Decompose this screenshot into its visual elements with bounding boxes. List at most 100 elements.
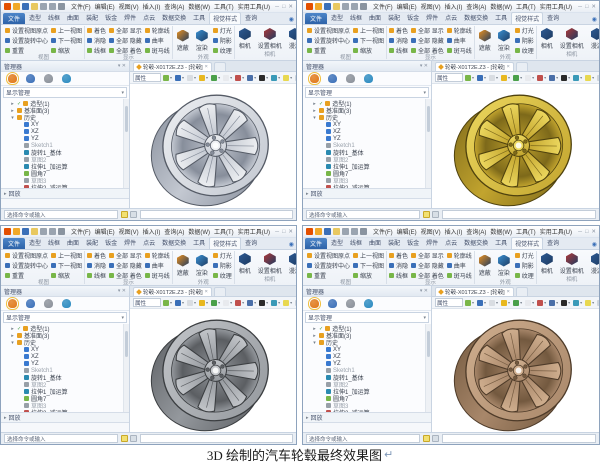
ribbon-button-漫游[interactable]: 漫游 — [589, 253, 599, 275]
redo-icon[interactable] — [49, 228, 56, 235]
ribbon-item-曲率[interactable]: 曲率 — [145, 261, 170, 270]
tab-close-icon[interactable]: × — [507, 289, 510, 295]
tree-item[interactable]: XZ — [3, 353, 123, 360]
ribbon-item-消隐[interactable]: 消隐 — [389, 36, 408, 45]
view-orient-icon[interactable] — [175, 300, 181, 306]
ribbon-item-设置视图原点[interactable]: 设置视图原点 — [5, 26, 48, 35]
wireframe-icon[interactable] — [187, 300, 193, 306]
ribbon-item-重置[interactable]: 重置 — [307, 271, 350, 280]
tree-item[interactable]: 拉伸2_减运算 — [305, 184, 425, 188]
ribbon-item-重置[interactable]: 重置 — [5, 271, 48, 280]
ribbon-tab-工具[interactable]: 工具 — [190, 237, 208, 249]
ribbon-tab-点云[interactable]: 点云 — [140, 12, 158, 24]
ribbon-tab-线框[interactable]: 线框 — [45, 12, 63, 24]
menu-item-4[interactable]: 查询(A) — [466, 2, 486, 11]
maximize-button[interactable]: □ — [282, 229, 285, 235]
app-logo-icon[interactable] — [306, 3, 313, 10]
menu-item-6[interactable]: 工具(T) — [516, 227, 536, 236]
maximize-button[interactable]: □ — [585, 229, 588, 235]
background-icon[interactable] — [513, 75, 519, 81]
ribbon-tab-钣金[interactable]: 钣金 — [404, 237, 422, 249]
menu-item-3[interactable]: 插入(I) — [445, 227, 463, 236]
undo-icon[interactable] — [342, 228, 349, 235]
ribbon-tab-曲面[interactable]: 曲面 — [366, 237, 384, 249]
ribbon-tab-钣金[interactable]: 钣金 — [102, 12, 120, 24]
ribbon-item-上一视图[interactable]: 上一视图 — [353, 26, 384, 35]
ribbon-item-下一视图[interactable]: 下一视图 — [353, 261, 384, 270]
monitor-icon[interactable] — [561, 300, 567, 306]
scrollbar-thumb[interactable] — [125, 331, 128, 357]
app-logo-icon[interactable] — [4, 3, 11, 10]
tree-item[interactable]: ▸✓造型(1) — [3, 100, 123, 107]
document-tab[interactable]: 轮毂-X01T2E.Z3 - [轮毂] × — [435, 62, 514, 71]
ribbon-tab-视觉样式[interactable]: 视觉样式 — [511, 237, 543, 249]
panel-header-buttons[interactable]: ▾ ✕ — [118, 63, 126, 69]
menu-item-2[interactable]: 视图(V) — [421, 227, 441, 236]
tree-item[interactable]: ▸✓造型(1) — [3, 325, 123, 332]
assembly-manager-icon[interactable] — [26, 74, 35, 83]
ribbon-button-相机[interactable]: 相机 — [237, 253, 253, 275]
print-icon[interactable] — [360, 228, 367, 235]
menu-item-6[interactable]: 工具(T) — [214, 2, 234, 11]
ribbon-tab-工具[interactable]: 工具 — [492, 12, 510, 24]
ribbon-button-相机[interactable]: 相机 — [539, 28, 555, 50]
ribbon-button-渲染[interactable]: 渲染 — [496, 255, 512, 277]
ribbon-item-曲率[interactable]: 曲率 — [145, 36, 170, 45]
tree-item[interactable]: XY — [305, 346, 425, 353]
tree-item[interactable]: 旋转1_基体 — [305, 149, 425, 156]
ribbon-tab-查询[interactable]: 查询 — [242, 12, 260, 24]
tree-item[interactable]: XZ — [305, 128, 425, 135]
ribbon-button-设置相机[interactable]: 设置相机 — [256, 253, 284, 275]
sun-icon[interactable] — [501, 75, 507, 81]
ribbon-item-轮廓线[interactable]: 轮廓线 — [145, 26, 170, 35]
replay-section[interactable]: ▸ 回放 — [303, 188, 431, 198]
ribbon-tab-线框[interactable]: 线框 — [347, 12, 365, 24]
grid-icon[interactable] — [283, 75, 289, 81]
new-document-tab[interactable] — [516, 62, 528, 71]
close-button[interactable]: ✕ — [288, 4, 293, 10]
ribbon-tab-焊件[interactable]: 焊件 — [121, 237, 139, 249]
ribbon-item-灯光[interactable]: 灯光 — [213, 251, 232, 260]
ribbon-item-设置旋转中心[interactable]: 设置旋转中心 — [307, 261, 350, 270]
ribbon-item-轮廓线[interactable]: 轮廓线 — [447, 251, 472, 260]
ribbon-button-遮蔽[interactable]: 遮蔽 — [477, 255, 493, 277]
history-manager-icon[interactable] — [8, 299, 17, 308]
menu-item-1[interactable]: 编辑(E) — [397, 2, 417, 11]
frame-icon[interactable] — [223, 75, 229, 81]
tab-close-icon[interactable]: × — [507, 64, 510, 70]
tree-item[interactable]: ▸基准面(3) — [3, 107, 123, 114]
ribbon-item-缩放[interactable]: 缩放 — [51, 271, 82, 280]
ribbon-tab-曲面[interactable]: 曲面 — [64, 12, 82, 24]
ribbon-tab-装配[interactable]: 装配 — [83, 12, 101, 24]
ribbon-button-渲染[interactable]: 渲染 — [194, 255, 210, 277]
tree-filter-dropdown[interactable]: 显示管理 ▾ — [3, 87, 127, 98]
tree-scrollbar[interactable] — [425, 324, 431, 412]
menu-item-1[interactable]: 编辑(E) — [95, 2, 115, 11]
ribbon-tab-数据交换[interactable]: 数据交换 — [159, 237, 189, 249]
tree-item[interactable]: XZ — [3, 128, 123, 135]
ribbon-button-遮蔽[interactable]: 遮蔽 — [477, 30, 493, 52]
menu-item-3[interactable]: 插入(I) — [143, 227, 161, 236]
background-icon[interactable] — [211, 75, 217, 81]
ribbon-tab-视觉样式[interactable]: 视觉样式 — [209, 12, 241, 24]
tree-item[interactable]: XZ — [305, 353, 425, 360]
ribbon-item-设置视图原点[interactable]: 设置视图原点 — [307, 251, 350, 260]
ribbon-button-漫游[interactable]: 漫游 — [287, 253, 296, 275]
status-field[interactable] — [140, 210, 293, 219]
tree-item[interactable]: YZ — [305, 135, 425, 142]
grid-icon[interactable] — [283, 300, 289, 306]
menu-item-0[interactable]: 文件(F) — [71, 227, 91, 236]
ribbon-item-斑马线[interactable]: 斑马线 — [447, 271, 472, 280]
ribbon-button-遮蔽[interactable]: 遮蔽 — [175, 255, 191, 277]
menu-item-0[interactable]: 文件(F) — [373, 227, 393, 236]
command-list-icon[interactable] — [130, 435, 137, 442]
menu-item-7[interactable]: 实用工具(U) — [540, 2, 572, 11]
menu-item-5[interactable]: 数据(W) — [188, 2, 210, 11]
menu-item-4[interactable]: 查询(A) — [466, 227, 486, 236]
history-manager-icon[interactable] — [8, 74, 17, 83]
print-icon[interactable] — [58, 3, 65, 10]
panel-header-buttons[interactable]: ▾ ✕ — [420, 63, 428, 69]
sun-icon[interactable] — [501, 300, 507, 306]
menu-item-7[interactable]: 实用工具(U) — [540, 227, 572, 236]
maximize-button[interactable]: □ — [585, 4, 588, 10]
